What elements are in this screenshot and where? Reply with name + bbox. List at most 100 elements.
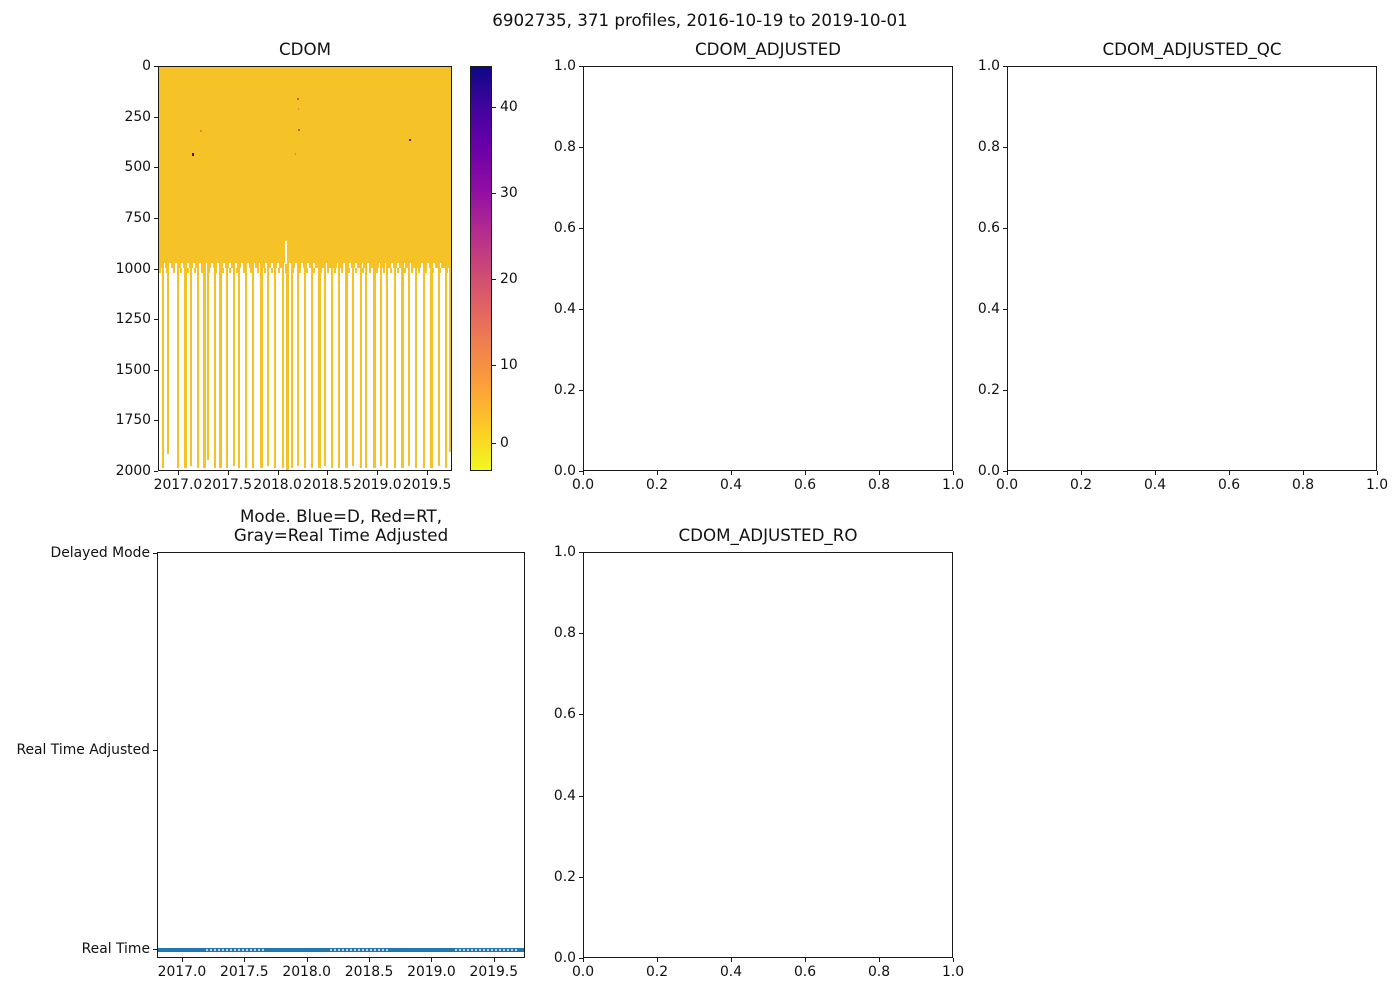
deep-profile-stripe: [274, 263, 277, 468]
x-tick-mark: [657, 471, 658, 475]
colorbar-tick-mark: [492, 443, 496, 445]
deep-profile-stripe: [337, 263, 340, 468]
deep-profile-stripe: [408, 263, 411, 466]
deep-profile-stripe: [183, 263, 187, 468]
y-tick-mark: [154, 319, 158, 321]
x-tick-mark: [377, 471, 379, 475]
y-tick-label: 0.8: [977, 139, 1000, 155]
y-tick-mark: [579, 66, 583, 67]
x-tick-mark: [227, 471, 229, 475]
deep-profile-stripe: [437, 263, 440, 466]
x-tick-label: 2017.5: [203, 477, 253, 493]
x-tick-mark: [953, 471, 954, 475]
x-tick-label: 0.2: [1069, 477, 1093, 493]
y-tick-mark: [154, 66, 158, 67]
deep-profile-stripe: [359, 263, 362, 468]
deep-profile-stripe: [311, 263, 314, 468]
y-tick-label: 1500: [115, 361, 151, 378]
colorbar-tick-label: 20: [500, 271, 518, 288]
y-tick-label: 1000: [115, 260, 151, 277]
x-tick-label: 0.6: [793, 964, 817, 980]
heatmap-speck: [296, 98, 299, 101]
y-tick-label: 0.8: [553, 139, 576, 155]
x-tick-label: 0.0: [571, 964, 595, 980]
x-tick-mark: [1229, 471, 1230, 475]
deep-profile-stripe: [244, 263, 247, 468]
x-tick-mark: [327, 471, 329, 475]
deep-profile-stripe: [286, 263, 289, 470]
deep-profile-stripe: [237, 263, 240, 468]
y-tick-mark: [579, 633, 583, 635]
y-tick-label: 1.0: [553, 544, 576, 560]
y-tick-label: 1.0: [977, 58, 1000, 74]
y-tick-label: 0.2: [553, 868, 576, 885]
y-tick-label: 1.0: [553, 58, 576, 74]
gray-adjusted-overlay: [205, 949, 265, 952]
colorbar-tick-label: 30: [500, 185, 518, 202]
x-tick-label: 2017.0: [157, 964, 207, 980]
deep-profile-stripe: [290, 263, 293, 468]
x-tick-label: 1.0: [1365, 477, 1389, 493]
y-tick-mark: [1003, 228, 1007, 229]
deep-profile-stripe: [218, 263, 222, 468]
y-tick-label: Delayed Mode: [50, 544, 150, 561]
x-tick-label: 0.8: [867, 964, 891, 980]
y-tick-label: 0.0: [553, 950, 576, 966]
deep-profile-stripe: [324, 263, 327, 466]
x-tick-mark: [1007, 471, 1008, 475]
x-tick-mark: [805, 958, 806, 962]
colorbar-frame: [470, 66, 492, 471]
figure-title: 6902735, 371 profiles, 2016-10-19 to 201…: [492, 10, 908, 30]
x-tick-mark: [244, 958, 246, 962]
deep-profile-stripe: [267, 263, 270, 466]
y-tick-label: 2000: [115, 463, 151, 479]
deep-profile-stripe: [385, 263, 388, 468]
x-tick-mark: [1081, 471, 1082, 475]
x-tick-label: 2017.0: [153, 477, 203, 493]
deep-profile-stripe: [352, 263, 355, 466]
y-tick-label: 500: [124, 159, 151, 176]
deep-profile-stripe: [393, 263, 396, 468]
cdom-adjusted-qc-axes-title: CDOM_ADJUSTED_QC: [1102, 39, 1282, 59]
x-tick-label: 2018.5: [303, 477, 352, 493]
gray-adjusted-overlay: [329, 949, 390, 952]
y-tick-label: 0: [142, 58, 151, 74]
cdom-adjusted-ro-axes-frame: [583, 552, 953, 958]
y-tick-mark: [579, 147, 583, 148]
y-tick-mark: [1003, 309, 1007, 310]
x-tick-mark: [731, 471, 732, 475]
colorbar-tick-label: 10: [500, 356, 518, 373]
y-tick-label: 0.6: [553, 220, 576, 236]
x-tick-label: 1.0: [941, 964, 965, 980]
y-tick-label: 0.6: [977, 220, 1000, 236]
deep-profile-stripe: [206, 263, 209, 460]
x-tick-label: 1.0: [941, 477, 965, 493]
deep-profile-stripe: [303, 263, 306, 468]
deep-profile-stripe: [161, 263, 164, 468]
deep-profile-stripe: [330, 263, 333, 468]
y-tick-label: 0.4: [553, 301, 576, 317]
deep-profile-stripe: [281, 263, 284, 468]
deep-profile-stripe: [196, 263, 199, 468]
cdom-adjusted-axes: CDOM_ADJUSTED 0.0 0.2 0.4 0.6 0.8 1.0 1.0 0.8 0.…: [554, 39, 964, 493]
x-tick-mark: [953, 958, 954, 962]
y-tick-mark: [579, 552, 583, 553]
y-tick-label: 0.4: [977, 301, 1000, 317]
x-tick-mark: [431, 958, 433, 962]
deep-profile-stripe: [400, 263, 404, 468]
cdom-adjusted-qc-axes: CDOM_ADJUSTED_QC 0.0 0.2 0.4 0.6 0.8 1.0 1.0 0.…: [978, 39, 1388, 493]
x-tick-mark: [879, 958, 880, 962]
cdom-adjusted-ro-axes-title: CDOM_ADJUSTED_RO: [678, 525, 858, 545]
y-tick-label: 0.6: [553, 706, 576, 723]
y-tick-mark: [579, 471, 583, 472]
heatmap-speck: [298, 128, 301, 131]
y-tick-mark: [579, 309, 583, 310]
deep-profile-stripe: [318, 263, 322, 468]
deep-profile-stripe: [233, 263, 236, 466]
x-tick-mark: [306, 958, 308, 962]
x-tick-label: 0.6: [793, 477, 817, 493]
y-tick-label: 0.2: [553, 382, 576, 398]
x-tick-label: 0.8: [867, 477, 891, 493]
colorbar-tick-label: 40: [500, 98, 518, 115]
deep-profile-stripe: [296, 263, 299, 466]
